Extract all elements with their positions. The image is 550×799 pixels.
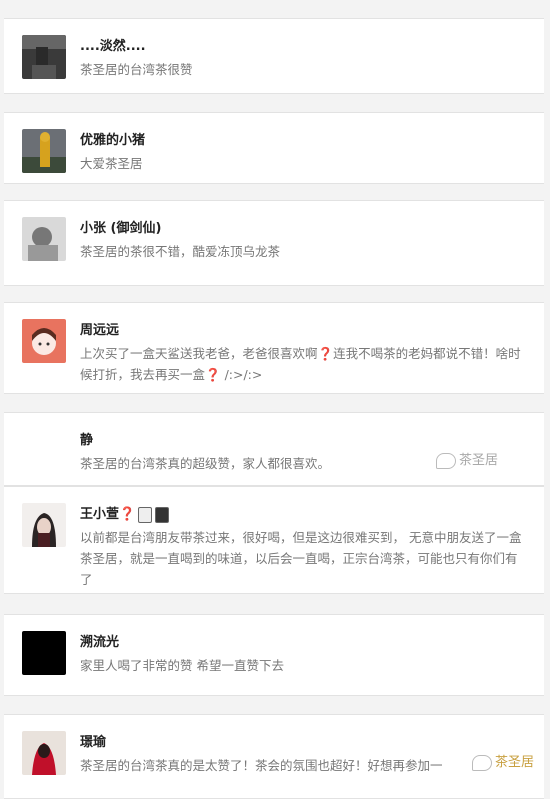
question-mark-icon: ❓: [119, 507, 136, 522]
commenter-name-text: 王小萱: [80, 507, 120, 522]
comment-card: 璟瑜 茶圣居的台湾茶真的是太赞了！茶会的氛围也超好！好想再参加一 茶圣居: [4, 714, 544, 799]
comment-text: 茶圣居的茶很不错，酷爱冻顶乌龙茶: [80, 244, 281, 259]
comment-card: 优雅的小猪 大爱茶圣居: [4, 112, 544, 184]
watermark: 茶圣居: [471, 751, 534, 771]
commenter-name[interactable]: 王小萱❓: [80, 503, 170, 523]
wechat-icon: [435, 452, 456, 469]
comment-text-part: 上次买了一盒天鲨送我老爸，老爸很喜欢啊: [80, 346, 318, 361]
comment-card: 溯流光 家里人喝了非常的赞 希望一直赞下去: [4, 614, 544, 696]
avatar[interactable]: [22, 731, 66, 775]
comment-text: 家里人喝了非常的赞 希望一直赞下去: [80, 658, 284, 673]
avatar[interactable]: [22, 503, 66, 547]
question-mark-icon: ❓: [317, 346, 334, 361]
comment-card: 小张 (御剑仙) 茶圣居的茶很不错，酷爱冻顶乌龙茶: [4, 200, 544, 286]
commenter-name[interactable]: ....淡然....: [80, 35, 146, 54]
emoji-icon: [138, 506, 153, 523]
comment-text: 大爱茶圣居: [80, 156, 143, 171]
avatar[interactable]: [22, 631, 66, 675]
watermark-text: 茶圣居: [494, 755, 534, 770]
wechat-icon: [471, 754, 492, 771]
avatar[interactable]: [22, 129, 66, 173]
avatar[interactable]: [22, 319, 66, 363]
commenter-name[interactable]: 溯流光: [80, 631, 119, 650]
watermark: 茶圣居: [435, 449, 498, 469]
comment-card: 静 茶圣居的台湾茶真的超级赞，家人都很喜欢。 茶圣居: [4, 412, 544, 486]
avatar[interactable]: [22, 217, 66, 261]
commenter-name[interactable]: 璟瑜: [80, 731, 106, 750]
commenter-name[interactable]: 静: [80, 429, 93, 448]
question-mark-icon: ❓: [205, 367, 221, 382]
comment-card: ....淡然.... 茶圣居的台湾茶很赞: [4, 18, 544, 94]
phone-icon: [155, 506, 170, 523]
comment-text-part: /:>/:>: [220, 367, 263, 382]
commenter-name[interactable]: 周远远: [80, 319, 119, 338]
comment-text: 上次买了一盒天鲨送我老爸，老爸很喜欢啊❓连我不喝茶的老妈都说不错！啥时候打折，我…: [80, 343, 526, 385]
watermark-text: 茶圣居: [458, 453, 498, 468]
comment-text: 茶圣居的台湾茶真的是太赞了！茶会的氛围也超好！好想再参加一: [80, 758, 443, 773]
comment-card: 周远远 上次买了一盒天鲨送我老爸，老爸很喜欢啊❓连我不喝茶的老妈都说不错！啥时候…: [4, 302, 544, 394]
commenter-name[interactable]: 优雅的小猪: [80, 129, 145, 148]
comment-card: 王小萱❓ 以前都是台湾朋友带茶过来，很好喝，但是这边很难买到， 无意中朋友送了一…: [4, 486, 544, 594]
commenter-name[interactable]: 小张 (御剑仙): [80, 217, 161, 236]
avatar[interactable]: [22, 35, 66, 79]
comment-text: 茶圣居的台湾茶很赞: [80, 62, 193, 77]
comment-feed: ....淡然.... 茶圣居的台湾茶很赞 优雅的小猪 大爱茶圣居 小张 (御剑仙…: [0, 0, 550, 799]
comment-text: 以前都是台湾朋友带茶过来，很好喝，但是这边很难买到， 无意中朋友送了一盒茶圣居，…: [80, 530, 522, 587]
avatar[interactable]: [22, 429, 66, 473]
